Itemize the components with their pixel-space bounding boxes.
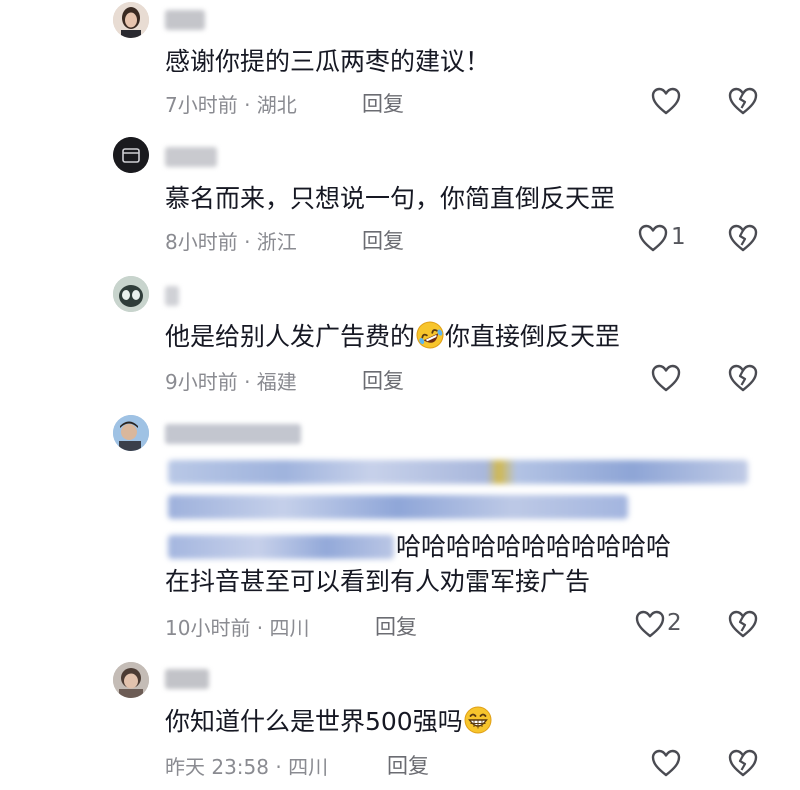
reply-button[interactable]: 回复 (362, 88, 404, 118)
broken-heart-outline-icon (728, 87, 758, 115)
rolling-on-floor-laughing-emoji (416, 321, 444, 349)
avatar-image (113, 137, 149, 173)
username-redacted[interactable] (165, 286, 179, 306)
heart-outline-icon (651, 87, 681, 115)
mentions-redacted[interactable] (168, 535, 394, 559)
comment-text: 慕名而来，只想说一句，你简直倒反天罡 (165, 184, 616, 213)
comment-text: 哈哈哈哈哈哈哈哈哈哈哈 (396, 532, 672, 561)
comment-time-location: 8小时前 · 浙江 (165, 230, 297, 254)
username-redacted[interactable] (165, 424, 301, 444)
like-button[interactable] (650, 86, 684, 116)
like-button[interactable] (650, 363, 684, 393)
heart-outline-icon (635, 610, 665, 638)
like-button[interactable] (637, 223, 671, 253)
dislike-button[interactable] (727, 223, 759, 253)
comment-text: 你知道什么是世界500强吗 (165, 705, 493, 739)
username-redacted[interactable] (165, 147, 217, 167)
reply-button[interactable]: 回复 (362, 365, 404, 395)
username-redacted[interactable] (165, 669, 209, 689)
comment-text: 他是给别人发广告费的 你直接倒反天罡 (165, 320, 620, 354)
heart-outline-icon (651, 749, 681, 777)
avatar[interactable] (113, 415, 149, 451)
comment-time-location: 昨天 23:58 · 四川 (165, 755, 329, 779)
username-redacted[interactable] (165, 10, 205, 30)
avatar-image (113, 662, 149, 698)
reply-button[interactable]: 回复 (387, 750, 429, 780)
dislike-button[interactable] (727, 748, 759, 778)
comment-text-part: 你知道什么是世界500强吗 (165, 707, 463, 736)
comment-time-location: 9小时前 · 福建 (165, 370, 297, 394)
dislike-button[interactable] (727, 363, 759, 393)
comment-text: 在抖音甚至可以看到有人劝雷军接广告 (165, 567, 591, 596)
like-button[interactable] (634, 609, 668, 639)
avatar[interactable] (113, 137, 149, 173)
comment-text-part: 你直接倒反天罡 (445, 322, 621, 351)
avatar-image (113, 415, 149, 451)
dislike-button[interactable] (727, 609, 759, 639)
comment-time-location: 10小时前 · 四川 (165, 616, 310, 640)
mentions-redacted[interactable] (168, 460, 748, 484)
comment-time-location: 7小时前 · 湖北 (165, 93, 297, 117)
heart-outline-icon (651, 364, 681, 392)
dislike-button[interactable] (727, 86, 759, 116)
like-button[interactable] (650, 748, 684, 778)
grinning-face-emoji (464, 706, 492, 734)
avatar-image (113, 276, 149, 312)
broken-heart-outline-icon (728, 224, 758, 252)
like-count: 1 (671, 224, 686, 250)
avatar[interactable] (113, 2, 149, 38)
broken-heart-outline-icon (728, 610, 758, 638)
comment-text: 感谢你提的三瓜两枣的建议！ (165, 47, 491, 76)
reply-button[interactable]: 回复 (375, 611, 417, 641)
like-count: 2 (667, 610, 682, 636)
avatar[interactable] (113, 662, 149, 698)
reply-button[interactable]: 回复 (362, 225, 404, 255)
broken-heart-outline-icon (728, 364, 758, 392)
mentions-redacted[interactable] (168, 495, 628, 519)
heart-outline-icon (638, 224, 668, 252)
avatar-image (113, 2, 149, 38)
avatar[interactable] (113, 276, 149, 312)
comment-text-part: 他是给别人发广告费的 (165, 322, 416, 351)
broken-heart-outline-icon (728, 749, 758, 777)
